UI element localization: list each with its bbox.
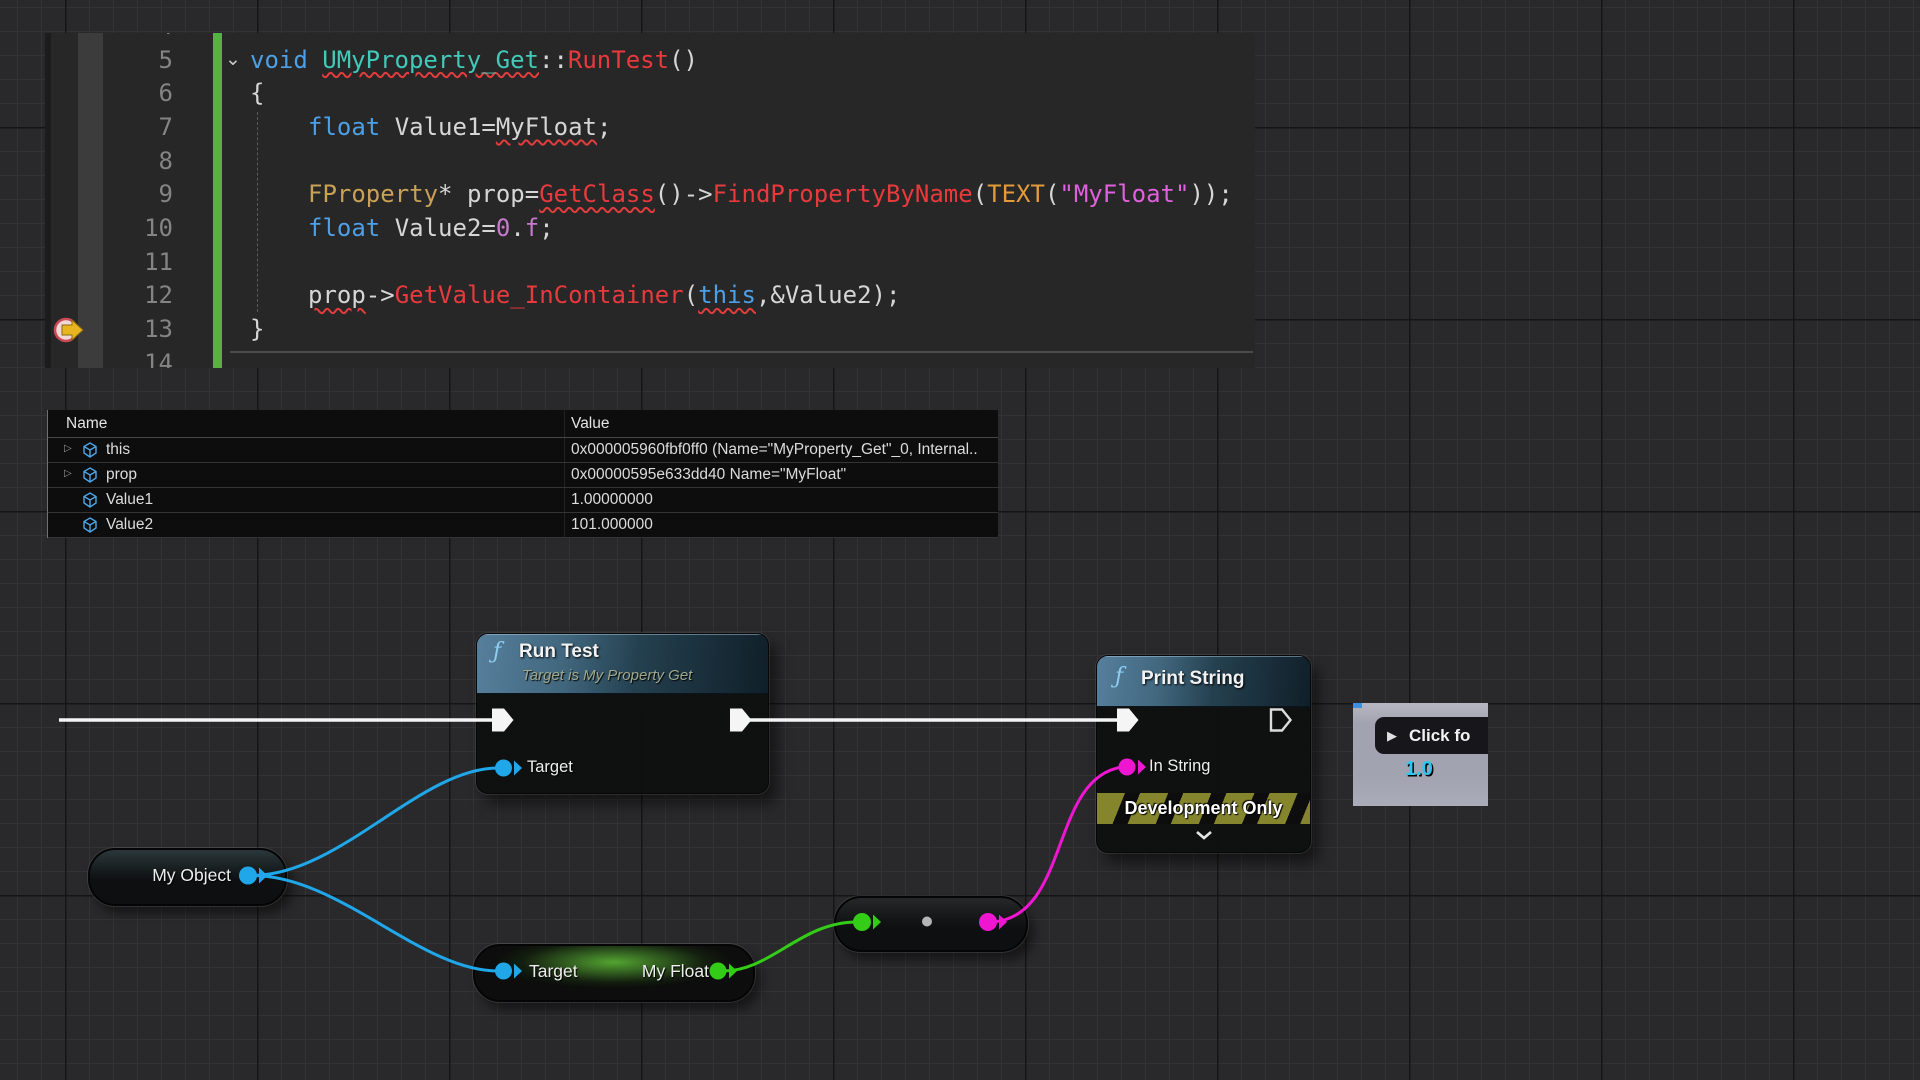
- node-title: Run Test: [519, 641, 599, 663]
- collapse-chevron-icon[interactable]: [1195, 830, 1213, 840]
- node-get-my-float[interactable]: Target My Float: [473, 944, 755, 1002]
- node-float-to-string-conversion[interactable]: [834, 896, 1028, 952]
- click-for-more-button[interactable]: ▶ Click fo: [1375, 717, 1488, 754]
- debug-value-tooltip: ▶ Click fo 1.0: [1353, 703, 1488, 806]
- function-icon: ƒ: [1115, 664, 1123, 689]
- function-icon: ƒ: [493, 639, 501, 664]
- tooltip-corner-chip: [1353, 703, 1362, 708]
- pin-label-my-float: My Float: [642, 961, 709, 982]
- node-subtitle: Target is My Property Get: [522, 667, 692, 684]
- node-header[interactable]: ƒ Print String: [1097, 656, 1310, 707]
- node-label: My Object: [152, 865, 231, 886]
- blueprint-graph-canvas[interactable]: 45⌄void UMyProperty_Get::RunTest()6{7flo…: [0, 0, 1920, 1080]
- debug-value: 1.0: [1405, 758, 1433, 781]
- development-only-banner: Development Only: [1097, 793, 1310, 824]
- node-my-object[interactable]: My Object: [88, 848, 287, 906]
- node-run-test[interactable]: ƒ Run Test Target is My Property Get Tar…: [476, 633, 769, 794]
- button-label: Click fo: [1409, 726, 1470, 746]
- node-header[interactable]: ƒ Run Test Target is My Property Get: [477, 634, 768, 694]
- banner-label: Development Only: [1124, 798, 1282, 819]
- node-title: Print String: [1141, 668, 1244, 690]
- play-arrow-icon: ▶: [1387, 728, 1397, 744]
- node-print-string[interactable]: ƒ Print String In String Development Onl…: [1096, 655, 1311, 853]
- pin-label-in-string: In String: [1149, 757, 1210, 776]
- pin-label-target: Target: [529, 961, 578, 982]
- pin-label-target: Target: [527, 758, 573, 777]
